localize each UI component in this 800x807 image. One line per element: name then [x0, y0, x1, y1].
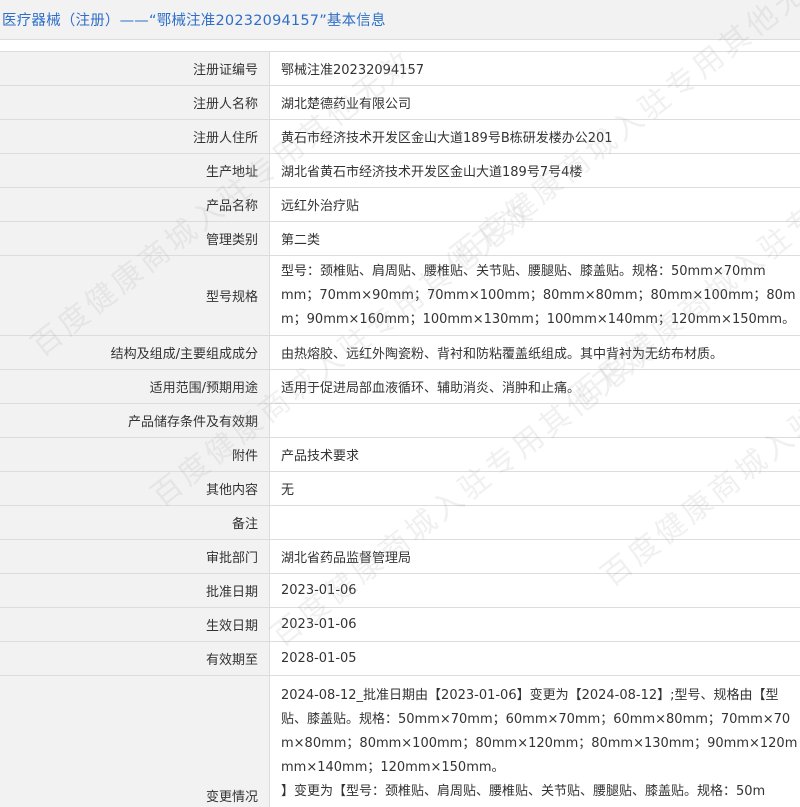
table-row: 其他内容 无 [0, 472, 800, 506]
field-value: 由热熔胶、远红外陶瓷粉、背衬和防粘覆盖纸组成。其中背衬为无纺布材质。 [281, 347, 724, 362]
field-value: 远红外治疗贴 [281, 199, 360, 214]
table-row: 结构及组成/主要组成成分 由热熔胶、远红外陶瓷粉、背衬和防粘覆盖纸组成。其中背衬… [0, 336, 800, 370]
field-value-line: mm×140mm；120mm×150mm。 [281, 760, 505, 775]
table-row: 适用范围/预期用途 适用于促进局部血液循环、辅助消炎、消肿和止痛。 [0, 370, 800, 404]
field-label: 适用范围/预期用途 [0, 370, 270, 403]
field-label: 管理类别 [0, 222, 270, 255]
field-value: 2024-08-12_批准日期由【2023-01-06】变更为【2024-08-… [270, 676, 800, 807]
table-row: 批准日期 2023-01-06 [0, 574, 800, 608]
field-value-line: m×80mm；80mm×100mm；80mm×120mm；80mm×130mm；… [281, 736, 798, 751]
field-value: 黄石市经济技术开发区金山大道189号B栋研发楼办公201 [281, 131, 613, 146]
field-value-line: 】变更为【型号：颈椎贴、肩周贴、腰椎贴、关节贴、腰腿贴、膝盖贴。规格：50m [281, 784, 766, 799]
field-label: 有效期至 [0, 642, 270, 675]
table-row: 变更情况 2024-08-12_批准日期由【2023-01-06】变更为【202… [0, 676, 800, 807]
table-row: 附件 产品技术要求 [0, 438, 800, 472]
table-row: 产品名称 远红外治疗贴 [0, 188, 800, 222]
table-row: 生产地址 湖北省黄石市经济技术开发区金山大道189号7号4楼 [0, 154, 800, 188]
info-table: 注册证编号 鄂械注准20232094157 注册人名称 湖北楚德药业有限公司 注… [0, 51, 800, 807]
field-label: 生效日期 [0, 608, 270, 641]
table-row: 注册证编号 鄂械注准20232094157 [0, 52, 800, 86]
field-value [270, 404, 800, 437]
table-row: 注册人名称 湖北楚德药业有限公司 [0, 86, 800, 120]
field-label: 型号规格 [0, 256, 270, 335]
field-value: 湖北楚德药业有限公司 [281, 97, 412, 112]
field-value: 2023-01-06 [281, 617, 357, 632]
field-label: 结构及组成/主要组成成分 [0, 336, 270, 369]
field-value: 无 [281, 483, 295, 498]
field-value-line: m；90mm×160mm；100mm×130mm；100mm×140mm；120… [281, 311, 796, 327]
field-label: 变更情况 [0, 676, 270, 807]
field-label: 注册证编号 [0, 52, 270, 85]
page-header: 医疗器械（注册）——“鄂械注准20232094157”基本信息 [0, 0, 800, 40]
field-label: 注册人名称 [0, 86, 270, 119]
table-row: 生效日期 2023-01-06 [0, 608, 800, 642]
field-value: 湖北省药品监督管理局 [281, 551, 412, 566]
field-value-line: 2024-08-12_批准日期由【2023-01-06】变更为【2024-08-… [281, 688, 779, 703]
table-row: 有效期至 2028-01-05 [0, 642, 800, 676]
table-row: 备注 [0, 506, 800, 540]
table-row: 管理类别 第二类 [0, 222, 800, 256]
field-label: 产品名称 [0, 188, 270, 221]
field-label: 生产地址 [0, 154, 270, 187]
field-value: 2023-01-06 [281, 583, 357, 598]
field-value-line: 贴、膝盖贴。规格：50mm×70mm；60mm×70mm；60mm×80mm；7… [281, 712, 791, 727]
field-value [270, 506, 800, 539]
table-row: 注册人住所 黄石市经济技术开发区金山大道189号B栋研发楼办公201 [0, 120, 800, 154]
field-value-line: mm；70mm×90mm；70mm×100mm；80mm×80mm；80mm×1… [281, 287, 796, 303]
field-value: 型号：颈椎贴、肩周贴、腰椎贴、关节贴、腰腿贴、膝盖贴。规格：50mm×70mm … [270, 256, 800, 335]
field-label: 批准日期 [0, 574, 270, 607]
field-label: 其他内容 [0, 472, 270, 505]
field-label: 审批部门 [0, 540, 270, 573]
field-label: 产品储存条件及有效期 [0, 404, 270, 437]
table-row: 产品储存条件及有效期 [0, 404, 800, 438]
field-value: 适用于促进局部血液循环、辅助消炎、消肿和止痛。 [281, 381, 581, 396]
field-label: 附件 [0, 438, 270, 471]
field-label: 注册人住所 [0, 120, 270, 153]
page-title: 医疗器械（注册）——“鄂械注准20232094157”基本信息 [2, 13, 386, 29]
table-row: 审批部门 湖北省药品监督管理局 [0, 540, 800, 574]
table-row: 型号规格 型号：颈椎贴、肩周贴、腰椎贴、关节贴、腰腿贴、膝盖贴。规格：50mm×… [0, 256, 800, 336]
field-value: 2028-01-05 [281, 651, 357, 666]
field-value: 产品技术要求 [281, 449, 360, 464]
field-label: 备注 [0, 506, 270, 539]
field-value-line: 型号：颈椎贴、肩周贴、腰椎贴、关节贴、腰腿贴、膝盖贴。规格：50mm×70mm [281, 263, 766, 279]
field-value: 湖北省黄石市经济技术开发区金山大道189号7号4楼 [281, 165, 583, 180]
field-value: 鄂械注准20232094157 [281, 63, 424, 78]
field-value: 第二类 [281, 233, 321, 248]
